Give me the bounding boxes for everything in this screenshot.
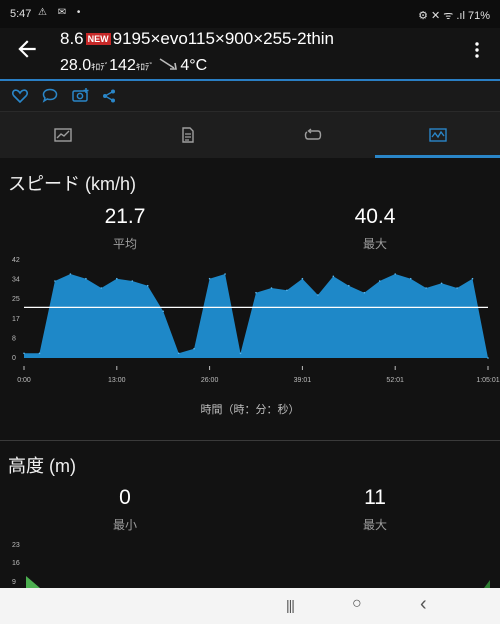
elevation-y-tick-label: 23 [12,542,20,549]
back-arrow-icon[interactable] [14,36,40,62]
tab-charts[interactable] [375,112,500,158]
speed-data-point [456,287,458,289]
elevation-min-label: 最小 [112,518,137,532]
speed-y-tick-label: 25 [12,296,20,303]
speed-data-point [487,357,489,359]
speed-data-point [239,352,242,355]
system-nav-bar: ||| ○ ‹ [0,588,500,624]
speed-x-tick-label: 52:01 [386,377,404,384]
status-right: ⚙ ✕ ᯤ .ıl 71% [418,10,490,22]
status-bar: 5:47 ⚠ ✉ • ⚙ ✕ ᯤ .ıl 71% [0,0,500,28]
speed-area-series [24,274,488,358]
speed-data-point [224,273,226,275]
speed-y-tick-label: 8 [12,335,16,342]
speed-data-point [378,280,381,282]
speed-data-point [332,275,335,278]
speed-x-axis-title: 時間（時：分：秒） [200,404,300,416]
charts-icon [428,128,447,142]
speed-data-point [363,291,366,294]
tab-stats[interactable] [125,112,250,158]
tab-bar [0,112,500,158]
new-badge: NEW [85,33,111,45]
home-button[interactable]: ○ [352,595,362,613]
section-divider [0,440,500,441]
activity-subtitle: 28.0ｷﾛﾃﾞ142ｷﾛﾃﾞ 4°C [60,57,207,75]
speed-avg-value: 21.7 [104,205,146,228]
active-tab-indicator [375,155,500,158]
speed-chart: 0 8 17 25 34 42 0:00 13:00 26:00 39:01 52:01 1:05:0… [12,257,500,384]
speed-data-point [23,352,25,355]
subtitle-temp: 4°C [180,57,208,74]
speed-data-point [116,277,118,280]
elevation-max-label: 最大 [362,518,387,532]
speed-max-value: 40.4 [354,205,396,228]
speed-data-point [54,280,56,282]
speed-data-point [100,287,103,289]
speed-data-point [270,287,273,289]
speed-y-tick-label: 34 [12,277,20,284]
subtitle-unit-b: ｷﾛﾃﾞ [135,62,154,72]
speed-data-point [409,277,412,280]
speed-max-label: 最大 [362,237,387,251]
stats-document-icon [181,127,194,143]
speed-section-title: スピード (km/h) [8,174,136,194]
subtitle-b: 142 [109,57,136,74]
speed-data-point [38,352,41,355]
speed-data-point [440,282,443,285]
elevation-max-value: 11 [364,486,386,509]
speed-data-point [193,347,195,350]
comment-icon[interactable] [42,88,58,103]
speed-y-tick-label: 17 [12,316,20,323]
more-vert-icon[interactable] [472,41,482,59]
elevation-y-tick-label: 9 [12,579,16,586]
speed-y-tick-label: 0 [12,355,16,362]
tab-laps[interactable] [250,112,375,158]
speed-x-tick-label: 26:00 [201,377,219,384]
share-icon[interactable] [102,89,116,103]
speed-avg-label: 平均 [112,237,137,251]
speed-data-point [162,310,164,313]
speed-x-tick-label: 1:05:01 [476,377,499,384]
elevation-area-series-end [484,580,490,588]
elevation-area-series [26,576,40,588]
speed-data-point [131,280,134,282]
add-photo-icon[interactable] [72,87,90,103]
subtitle-unit-a: ｷﾛﾃﾞ [91,62,110,72]
speed-data-point [317,294,319,296]
heart-icon[interactable] [12,89,28,103]
speed-x-tick-label: 39:01 [294,377,312,384]
notification-icons: ⚠ ✉ • [38,7,85,18]
speed-data-point [208,277,211,280]
nav-back-button[interactable]: ‹ [420,593,427,616]
speed-data-point [394,273,397,275]
speed-data-point [348,284,350,287]
speed-data-point [471,277,474,280]
overview-icon [53,128,72,142]
elevation-y-tick-label: 16 [12,560,20,567]
speed-y-tick-label: 42 [12,257,20,264]
speed-data-point [85,277,87,280]
activity-title: 8.6 NEW 9195×evo115×900×255-2thin [60,29,334,49]
speed-data-point [255,291,257,294]
speed-x-tick-label: 0:00 [17,377,31,384]
speed-data-point [177,352,180,355]
speed-data-point [69,273,72,275]
elevation-min-value: 0 [119,486,131,509]
status-time: 5:47 [10,8,32,20]
speed-data-point [301,277,304,280]
temperature-trend-icon [159,58,178,70]
subtitle-a: 28.0 [60,57,92,74]
title-prefix: 8.6 [60,29,84,48]
speed-x-tick-label: 13:00 [108,377,126,384]
speed-data-point [425,287,427,289]
speed-data-point [286,289,288,292]
recent-apps-button[interactable]: ||| [286,597,295,613]
tab-overview[interactable] [0,112,125,158]
laps-icon [304,128,321,140]
elevation-chart: 9 16 23 [12,542,490,588]
elevation-section-title: 高度 (m) [8,456,76,476]
speed-data-point [146,284,149,287]
title-rest: 9195×evo115×900×255-2thin [112,29,335,48]
